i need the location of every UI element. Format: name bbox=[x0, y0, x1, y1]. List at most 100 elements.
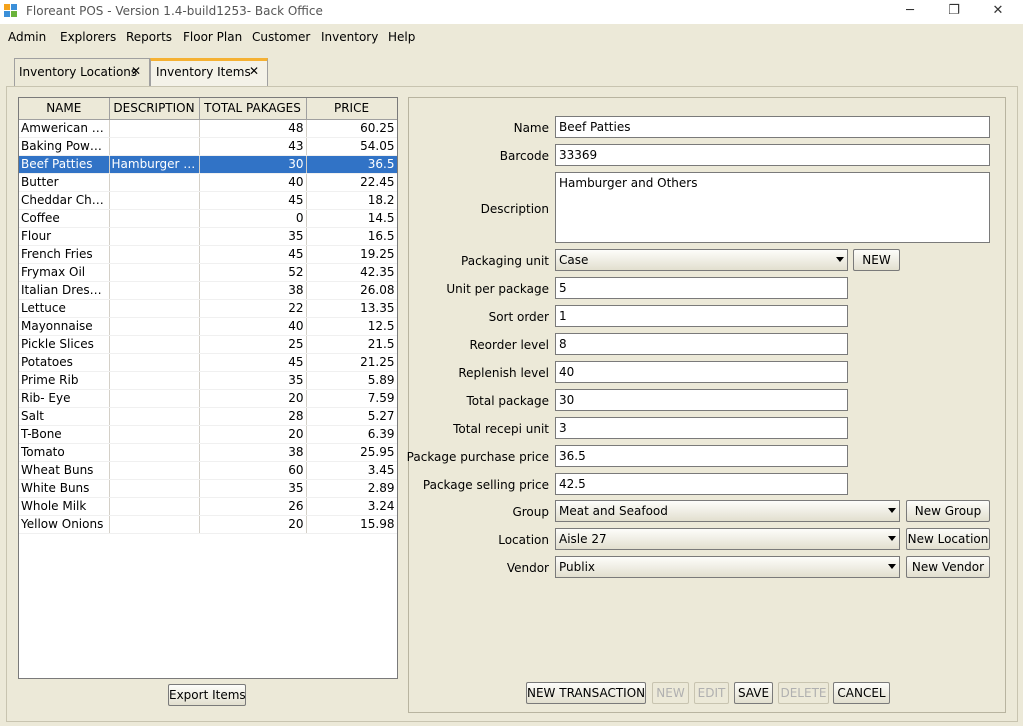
menu-reports[interactable]: Reports bbox=[126, 30, 172, 44]
table-row[interactable]: Potatoes 45 21.25 bbox=[19, 353, 397, 372]
table-row[interactable]: T-Bone 20 6.39 bbox=[19, 425, 397, 444]
table-row[interactable]: Beef PattiesHamburger an...3036.5 bbox=[19, 155, 397, 174]
table-row[interactable]: Baking Powder 43 54.05 bbox=[19, 137, 397, 156]
cell-name: Whole Milk bbox=[19, 497, 110, 516]
cell-total-packages: 30 bbox=[199, 155, 307, 174]
table-row[interactable]: Flour 35 16.5 bbox=[19, 227, 397, 246]
tab-close-icon[interactable]: ✕ bbox=[249, 64, 259, 78]
name-field[interactable]: Beef Patties bbox=[555, 116, 990, 138]
table-row[interactable]: French Fries 45 19.25 bbox=[19, 245, 397, 264]
table-row[interactable]: Rib- Eye 20 7.59 bbox=[19, 389, 397, 408]
table-row[interactable]: Wheat Buns 60 3.45 bbox=[19, 461, 397, 480]
cancel-button[interactable]: CANCEL bbox=[833, 682, 890, 704]
export-items-button[interactable]: Export Items bbox=[168, 684, 246, 706]
table-row[interactable]: Tomato 38 25.95 bbox=[19, 443, 397, 462]
cell-price: 60.25 bbox=[306, 119, 397, 138]
group-value: Meat and Seafood bbox=[559, 504, 668, 518]
table-row[interactable]: Mayonnaise 40 12.5 bbox=[19, 317, 397, 336]
table-row[interactable]: Amwerican Ch... 4860.25 bbox=[19, 119, 397, 138]
cell-description bbox=[109, 227, 200, 246]
total-package-field[interactable]: 30 bbox=[555, 389, 848, 411]
table-row[interactable]: Cheddar Cheese 4518.2 bbox=[19, 191, 397, 210]
cell-price: 15.98 bbox=[306, 515, 397, 534]
cell-description bbox=[109, 461, 200, 480]
cell-price: 21.5 bbox=[306, 335, 397, 354]
reorder-level-field[interactable]: 8 bbox=[555, 333, 848, 355]
barcode-field[interactable]: 33369 bbox=[555, 144, 990, 166]
cell-total-packages: 40 bbox=[199, 173, 307, 192]
inventory-items-table[interactable]: NAME DESCRIPTION TOTAL PAKAGES PRICE Amw… bbox=[18, 97, 398, 679]
table-row[interactable]: Italian Dressing 38 26.08 bbox=[19, 281, 397, 300]
menu-customer[interactable]: Customer bbox=[252, 30, 310, 44]
sort-order-label: Sort order bbox=[488, 310, 549, 324]
menu-help[interactable]: Help bbox=[388, 30, 415, 44]
cell-total-packages: 35 bbox=[199, 227, 307, 246]
unit-per-package-label: Unit per package bbox=[446, 282, 549, 296]
delete-button[interactable]: DELETE bbox=[778, 682, 829, 704]
new-transaction-button[interactable]: NEW TRANSACTION bbox=[526, 682, 646, 704]
tab-inventory-locations[interactable]: Inventory Locations ✕ bbox=[14, 58, 150, 86]
cell-description bbox=[109, 119, 200, 138]
menu-inventory[interactable]: Inventory bbox=[321, 30, 378, 44]
table-row[interactable]: Prime Rib 35 5.89 bbox=[19, 371, 397, 390]
cell-description bbox=[109, 263, 200, 282]
table-row[interactable]: Butter 40 22.45 bbox=[19, 173, 397, 192]
menu-explorers[interactable]: Explorers bbox=[60, 30, 116, 44]
table-row[interactable]: Lettuce 22 13.35 bbox=[19, 299, 397, 318]
package-purchase-price-label: Package purchase price bbox=[406, 450, 549, 464]
menu-floor-plan[interactable]: Floor Plan bbox=[183, 30, 242, 44]
table-row[interactable]: Whole Milk 26 3.24 bbox=[19, 497, 397, 516]
package-selling-price-field[interactable]: 42.5 bbox=[555, 473, 848, 495]
cell-price: 36.5 bbox=[306, 155, 397, 174]
cell-price: 12.5 bbox=[306, 317, 397, 336]
minimize-icon[interactable]: ─ bbox=[887, 0, 933, 24]
column-header-total-packages[interactable]: TOTAL PAKAGES bbox=[199, 98, 307, 120]
cell-total-packages: 25 bbox=[199, 335, 307, 354]
packaging-unit-select[interactable]: Case bbox=[555, 249, 848, 271]
unit-per-package-field[interactable]: 5 bbox=[555, 277, 848, 299]
packaging-unit-value: Case bbox=[559, 253, 589, 267]
column-header-price[interactable]: PRICE bbox=[306, 98, 397, 120]
new-vendor-button[interactable]: New Vendor bbox=[906, 556, 990, 578]
cell-total-packages: 26 bbox=[199, 497, 307, 516]
cell-price: 3.24 bbox=[306, 497, 397, 516]
vendor-label: Vendor bbox=[506, 561, 549, 575]
package-purchase-price-field[interactable]: 36.5 bbox=[555, 445, 848, 467]
cell-price: 14.5 bbox=[306, 209, 397, 228]
package-selling-price-label: Package selling price bbox=[422, 478, 549, 492]
new-group-button[interactable]: New Group bbox=[906, 500, 990, 522]
table-row[interactable]: Yellow Onions 20 15.98 bbox=[19, 515, 397, 534]
description-textarea[interactable]: Hamburger and Others bbox=[555, 172, 990, 243]
close-icon[interactable]: ✕ bbox=[975, 0, 1021, 24]
chevron-down-icon bbox=[836, 257, 844, 262]
new-button[interactable]: NEW bbox=[652, 682, 689, 704]
table-row[interactable]: Frymax Oil 52 42.35 bbox=[19, 263, 397, 282]
column-header-description[interactable]: DESCRIPTION bbox=[109, 98, 200, 120]
cell-price: 13.35 bbox=[306, 299, 397, 318]
maximize-icon[interactable]: ❐ bbox=[931, 0, 977, 24]
cell-name: Frymax Oil bbox=[19, 263, 110, 282]
total-recepi-unit-field[interactable]: 3 bbox=[555, 417, 848, 439]
table-row[interactable]: Coffee 0 14.5 bbox=[19, 209, 397, 228]
tab-inventory-items[interactable]: Inventory Items ✕ bbox=[150, 58, 268, 86]
table-row[interactable]: Salt 28 5.27 bbox=[19, 407, 397, 426]
new-location-button[interactable]: New Location bbox=[906, 528, 990, 550]
table-row[interactable]: Pickle Slices 25 21.5 bbox=[19, 335, 397, 354]
name-label: Name bbox=[513, 121, 549, 135]
tab-close-icon[interactable]: ✕ bbox=[131, 64, 141, 78]
location-select[interactable]: Aisle 27 bbox=[555, 528, 900, 550]
edit-button[interactable]: EDIT bbox=[694, 682, 729, 704]
new-packaging-unit-button[interactable]: NEW bbox=[853, 249, 900, 271]
vendor-value: Publix bbox=[559, 560, 596, 574]
save-button[interactable]: SAVE bbox=[734, 682, 773, 704]
cell-description bbox=[109, 335, 200, 354]
vendor-select[interactable]: Publix bbox=[555, 556, 900, 578]
column-header-name[interactable]: NAME bbox=[19, 98, 110, 120]
menu-admin[interactable]: Admin bbox=[8, 30, 46, 44]
cell-name: Pickle Slices bbox=[19, 335, 110, 354]
table-row[interactable]: White Buns 35 2.89 bbox=[19, 479, 397, 498]
cell-name: Beef Patties bbox=[19, 155, 110, 174]
sort-order-field[interactable]: 1 bbox=[555, 305, 848, 327]
group-select[interactable]: Meat and Seafood bbox=[555, 500, 900, 522]
replenish-level-field[interactable]: 40 bbox=[555, 361, 848, 383]
